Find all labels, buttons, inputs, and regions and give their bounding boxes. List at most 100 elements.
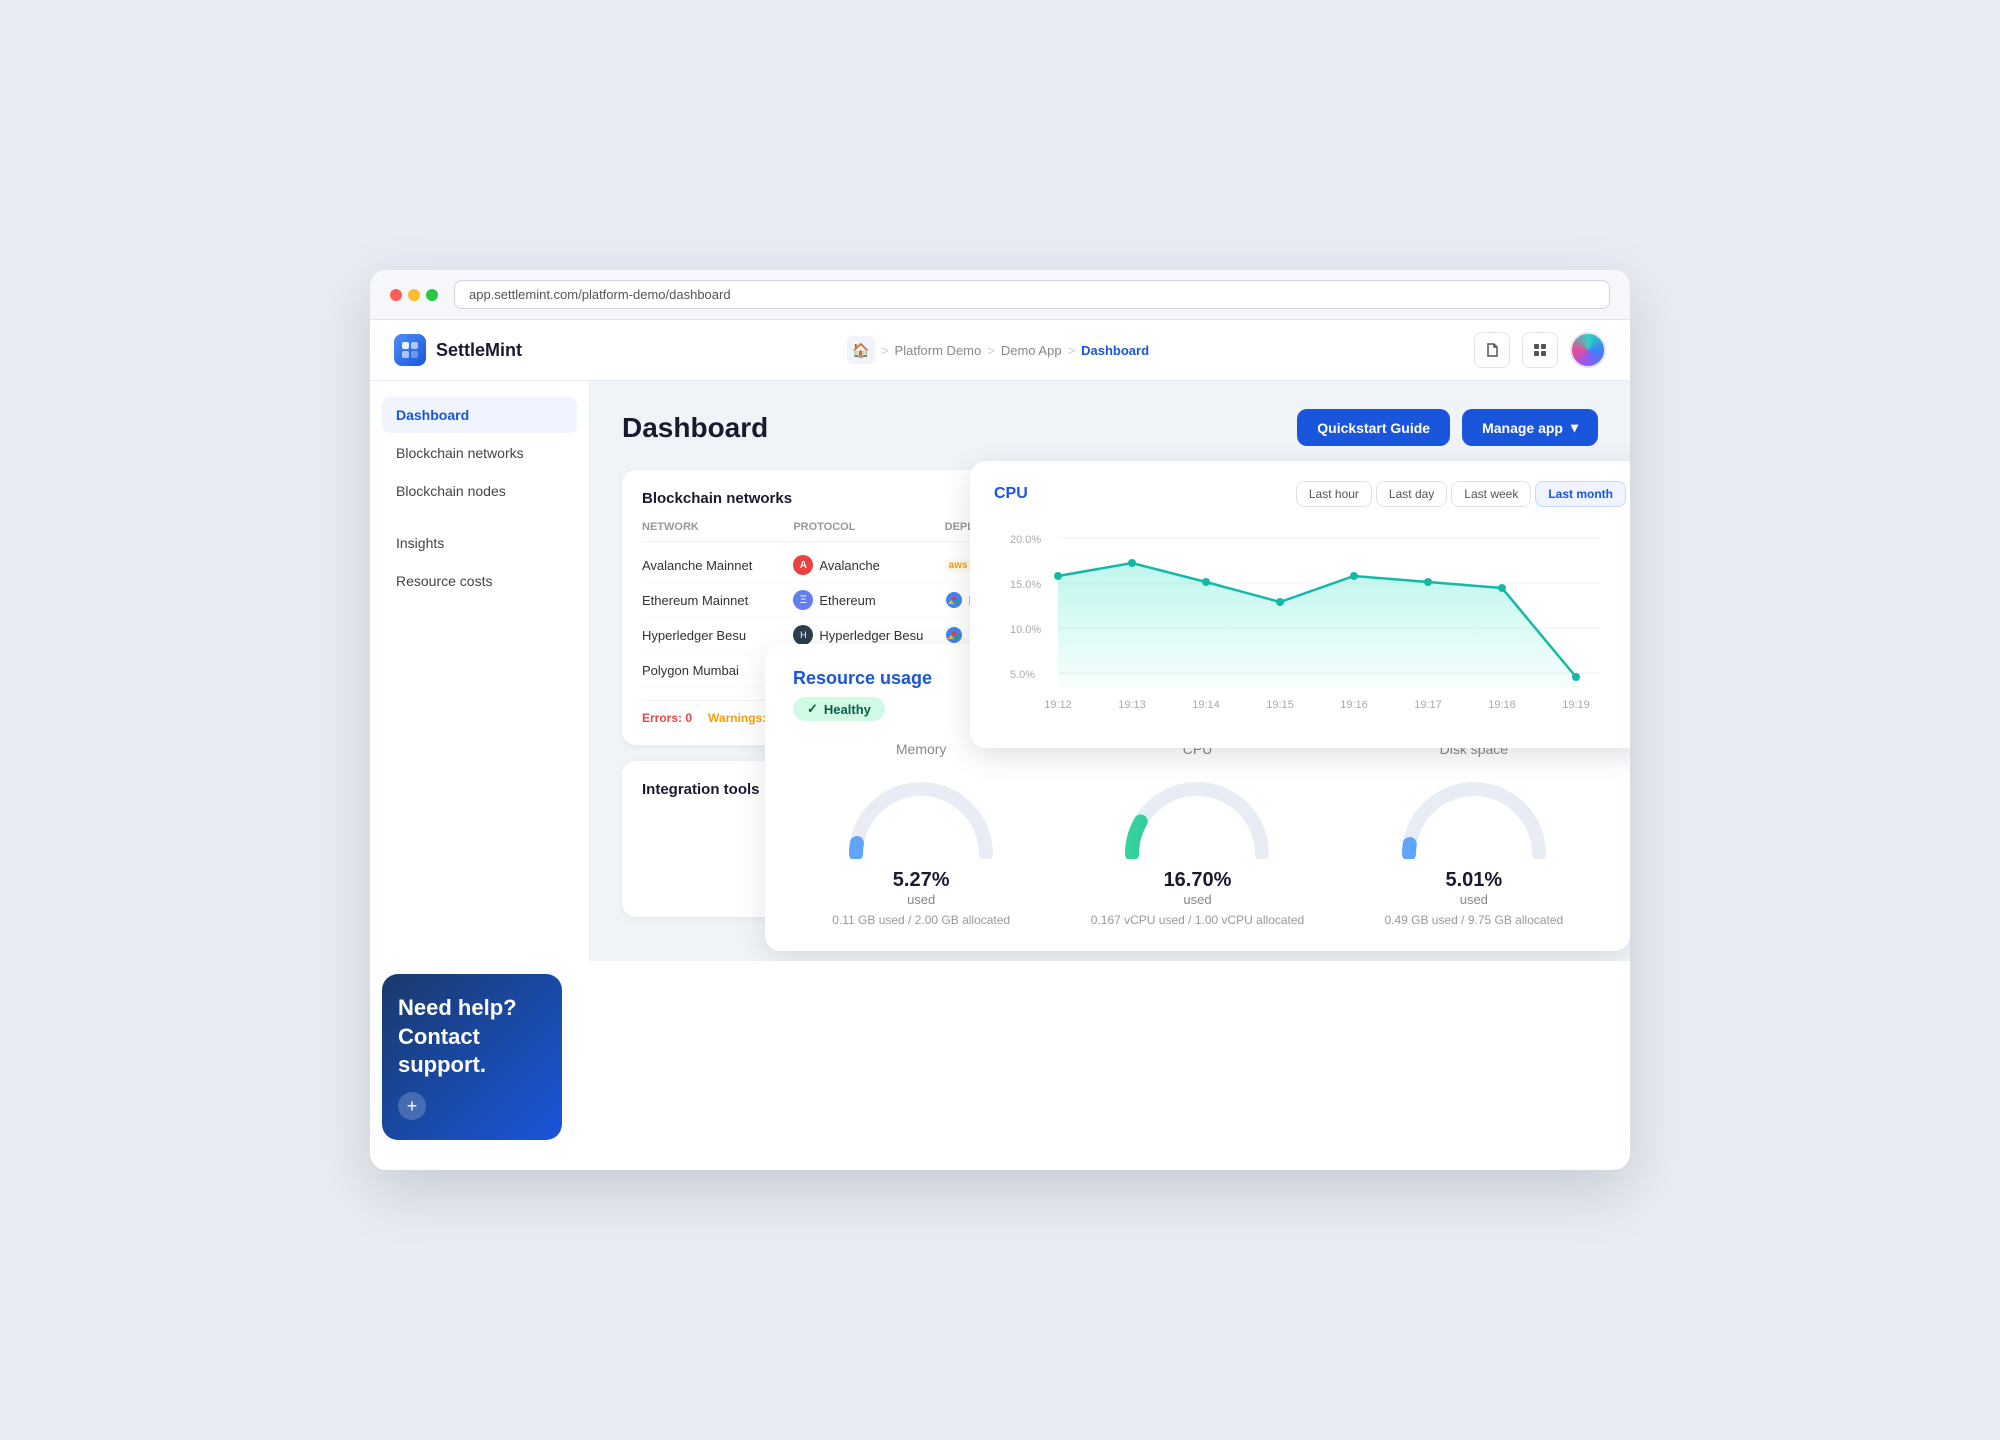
chart-dot	[1128, 559, 1136, 567]
sidebar-item-insights[interactable]: Insights	[382, 525, 577, 561]
browser-bar: app.settlemint.com/platform-demo/dashboa…	[370, 270, 1630, 320]
protocol-name: Hyperledger Besu	[819, 628, 923, 643]
errors-stat: Errors: 0	[642, 711, 692, 725]
network-name: Avalanche Mainnet	[642, 558, 785, 573]
main-layout: Dashboard Blockchain networks Blockchain…	[370, 381, 1630, 961]
address-bar: app.settlemint.com/platform-demo/dashboa…	[454, 280, 1610, 309]
app-container: SettleMint 🏠 > Platform Demo > Demo App …	[370, 320, 1630, 961]
chart-dot	[1572, 673, 1580, 681]
manage-app-arrow: ▾	[1571, 419, 1578, 436]
chart-dot	[1350, 572, 1358, 580]
cpu-used-label: used	[1183, 892, 1211, 907]
svg-text:19:19: 19:19	[1562, 699, 1590, 711]
svg-text:15.0%: 15.0%	[1010, 579, 1041, 591]
svg-text:19:15: 19:15	[1266, 699, 1294, 711]
networks-card-title: Blockchain networks	[642, 490, 792, 507]
doc-icon-btn[interactable]	[1474, 332, 1510, 368]
resource-metrics: Memory	[793, 741, 1602, 927]
manage-app-button[interactable]: Manage app ▾	[1462, 409, 1598, 446]
chart-area	[1058, 563, 1576, 688]
cpu-percent: 16.70%	[1164, 869, 1232, 892]
grid-icon-btn[interactable]	[1522, 332, 1558, 368]
col-network: Network	[642, 521, 785, 533]
network-name: Hyperledger Besu	[642, 628, 785, 643]
protocol-cell: Ξ Ethereum	[793, 590, 936, 610]
page-title: Dashboard	[622, 412, 768, 444]
disk-detail: 0.49 GB used / 9.75 GB allocated	[1384, 913, 1563, 927]
logo-text: SettleMint	[436, 340, 522, 361]
healthy-label: Healthy	[824, 702, 871, 717]
user-avatar[interactable]	[1570, 332, 1606, 368]
sidebar-item-nodes[interactable]: Blockchain nodes	[382, 473, 577, 509]
memory-label: Memory	[896, 741, 947, 757]
breadcrumb-sep3: >	[1068, 343, 1076, 358]
memory-gauge	[841, 769, 1001, 859]
sidebar-item-costs[interactable]: Resource costs	[382, 563, 577, 599]
chart-dot	[1054, 572, 1062, 580]
time-filters: Last hour Last day Last week Last month	[1296, 481, 1626, 507]
quickstart-button[interactable]: Quickstart Guide	[1297, 409, 1450, 446]
dot-red[interactable]	[390, 289, 402, 301]
breadcrumb-demo-app[interactable]: Demo App	[1001, 343, 1062, 358]
disk-metric: Disk space	[1346, 741, 1602, 927]
memory-detail: 0.11 GB used / 2.00 GB allocated	[832, 913, 1010, 927]
breadcrumb: 🏠 > Platform Demo > Demo App > Dashboard	[847, 336, 1149, 364]
chart-dot	[1424, 578, 1432, 586]
help-card-plus[interactable]: +	[398, 1092, 426, 1120]
breadcrumb-current: Dashboard	[1081, 343, 1149, 358]
chart-header: CPU Last hour Last day Last week Last mo…	[994, 481, 1626, 507]
col-protocol: Protocol	[793, 521, 936, 533]
sidebar-item-networks[interactable]: Blockchain networks	[382, 435, 577, 471]
cpu-detail: 0.167 vCPU used / 1.00 vCPU allocated	[1091, 913, 1304, 927]
help-card-text: Need help? Contact support.	[398, 994, 546, 1080]
address-text: app.settlemint.com/platform-demo/dashboa…	[469, 287, 731, 302]
ethereum-icon: Ξ	[793, 590, 813, 610]
svg-text:5.0%: 5.0%	[1010, 669, 1035, 681]
protocol-cell: H Hyperledger Besu	[793, 625, 936, 645]
main-wrapper: Dashboard Quickstart Guide Manage app ▾	[590, 381, 1630, 961]
breadcrumb-sep1: >	[881, 343, 889, 358]
resource-title: Resource usage	[793, 668, 932, 689]
disk-gauge	[1394, 769, 1554, 859]
chart-dot	[1202, 578, 1210, 586]
time-btn-hour[interactable]: Last hour	[1296, 481, 1372, 507]
svg-text:19:12: 19:12	[1044, 699, 1072, 711]
network-name: Ethereum Mainnet	[642, 593, 785, 608]
time-btn-day[interactable]: Last day	[1376, 481, 1447, 507]
top-nav: SettleMint 🏠 > Platform Demo > Demo App …	[370, 320, 1630, 381]
protocol-name: Avalanche	[819, 558, 879, 573]
avalanche-icon: A	[793, 555, 813, 575]
disk-used-label: used	[1460, 892, 1488, 907]
chart-dot	[1498, 584, 1506, 592]
svg-text:19:17: 19:17	[1414, 699, 1442, 711]
breadcrumb-home-icon[interactable]: 🏠	[847, 336, 875, 364]
svg-text:19:14: 19:14	[1192, 699, 1220, 711]
resource-title-area: Resource usage ✓ Healthy	[793, 668, 932, 721]
cpu-metric: CPU	[1069, 741, 1325, 927]
cpu-gauge	[1117, 769, 1277, 859]
time-btn-month[interactable]: Last month	[1535, 481, 1626, 507]
memory-used-label: used	[907, 892, 935, 907]
svg-text:10.0%: 10.0%	[1010, 624, 1041, 636]
cpu-chart-svg: 20.0% 15.0% 10.0% 5.0%	[994, 523, 1626, 723]
gcp-icon2	[945, 626, 963, 644]
sidebar-item-dashboard[interactable]: Dashboard	[382, 397, 577, 433]
breadcrumb-platform[interactable]: Platform Demo	[895, 343, 982, 358]
top-nav-actions	[1474, 332, 1606, 368]
time-btn-week[interactable]: Last week	[1451, 481, 1531, 507]
manage-app-label: Manage app	[1482, 420, 1563, 436]
protocol-cell: A Avalanche	[793, 555, 936, 575]
chart-title: CPU	[994, 485, 1028, 503]
hyperledger-icon: H	[793, 625, 813, 645]
memory-percent: 5.27%	[893, 869, 950, 892]
breadcrumb-sep2: >	[987, 343, 995, 358]
aws-badge: aws	[945, 559, 972, 572]
dot-green[interactable]	[426, 289, 438, 301]
page-header: Dashboard Quickstart Guide Manage app ▾	[622, 409, 1598, 446]
healthy-badge: ✓ Healthy	[793, 697, 885, 721]
svg-text:19:13: 19:13	[1118, 699, 1146, 711]
browser-dots	[390, 289, 438, 301]
sidebar: Dashboard Blockchain networks Blockchain…	[370, 381, 590, 961]
main-content: Dashboard Quickstart Guide Manage app ▾	[590, 381, 1630, 961]
dot-yellow[interactable]	[408, 289, 420, 301]
